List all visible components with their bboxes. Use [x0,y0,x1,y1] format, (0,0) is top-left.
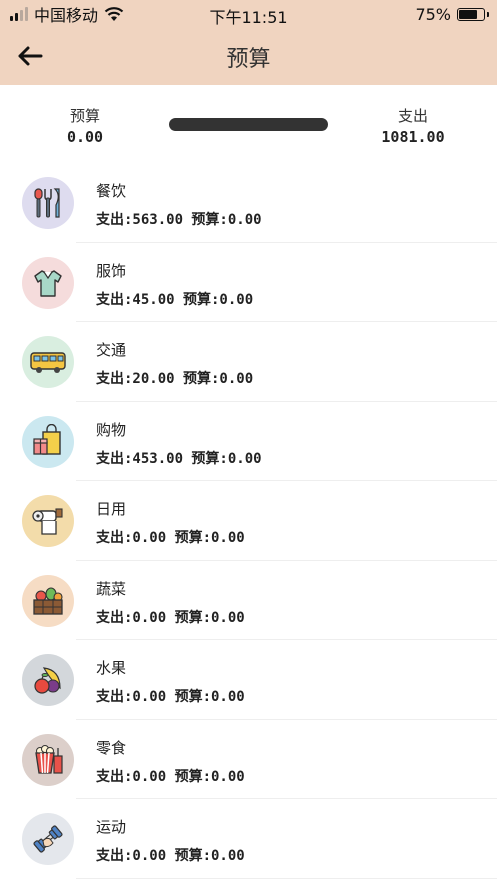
budget-value: 0.00 [66,128,104,146]
category-name: 购物 [96,420,127,439]
category-row[interactable]: 蔬菜 支出:0.00 预算:0.00 [0,561,497,640]
category-amounts: 支出:0.00 预算:0.00 [96,530,245,546]
category-name: 运动 [96,818,127,836]
budget-summary: 预算 0.00 支出 1081.00 [0,85,497,163]
toilet-paper-icon [22,495,74,547]
spend-label: 支出 [397,107,428,125]
category-amounts: 支出:20.00 预算:0.00 [96,371,254,387]
category-amounts: 支出:0.00 预算:0.00 [96,609,245,626]
cutlery-icon [22,177,74,229]
fruit-icon [22,654,74,706]
dumbbell-icon [22,813,74,865]
shopping-bag-icon [22,415,74,468]
battery-icon [457,7,489,21]
battery-percent: 75% [415,4,451,24]
category-row[interactable]: 交通 支出:20.00 预算:0.00 [0,322,497,402]
category-name: 服饰 [96,261,127,280]
category-row[interactable]: 购物 支出:453.00 预算:0.00 [0,402,497,481]
budget-label: 预算 [69,107,100,125]
category-amounts: 支出:0.00 预算:0.00 [96,768,245,785]
budget-progress-bar [169,118,328,131]
shirt-icon [22,256,74,309]
popcorn-icon [22,733,74,786]
category-amounts: 支出:0.00 预算:0.00 [96,848,245,864]
category-amounts: 支出:45.00 预算:0.00 [96,291,254,308]
status-bar: 中国移动 下午11:51 75% [0,0,497,28]
bus-icon [22,336,74,388]
category-amounts: 支出:0.00 预算:0.00 [96,689,245,705]
nav-bar: 预算 [0,28,497,85]
vegetable-basket-icon [22,574,74,627]
category-row[interactable]: 水果 支出:0.00 预算:0.00 [0,640,497,720]
category-row[interactable]: 零食 支出:0.00 预算:0.00 [0,720,497,799]
page-title: 预算 [226,47,271,72]
category-list: 餐饮 支出:563.00 预算:0.00 服饰 支出:45.00 预算:0.00 [0,163,497,879]
category-name: 零食 [96,738,127,757]
category-row[interactable]: 运动 支出:0.00 预算:0.00 [0,799,497,879]
category-row[interactable]: 餐饮 支出:563.00 预算:0.00 [0,163,497,243]
category-name: 蔬菜 [96,579,127,598]
category-row[interactable]: 日用 支出:0.00 预算:0.00 [0,481,497,561]
category-name: 日用 [96,500,127,518]
budget-total: 预算 0.00 [35,105,135,146]
category-row[interactable]: 服饰 支出:45.00 预算:0.00 [0,243,497,322]
category-name: 交通 [96,341,127,359]
category-amounts: 支出:563.00 预算:0.00 [96,212,262,228]
row-divider [76,877,497,879]
status-right: 75% [415,4,489,24]
category-name: 水果 [96,659,127,677]
spend-total: 支出 1081.00 [363,105,463,146]
spend-value: 1081.00 [381,128,445,146]
category-name: 餐饮 [96,182,127,200]
category-amounts: 支出:453.00 预算:0.00 [96,450,262,467]
